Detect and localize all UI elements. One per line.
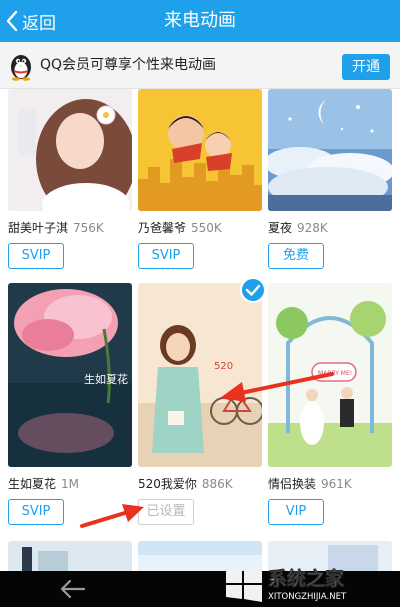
vip-promo-bar: QQ会员可尊享个性来电动画 开通 xyxy=(0,42,400,89)
animation-name: 夏夜 xyxy=(268,221,293,235)
file-size: 928K xyxy=(297,221,328,235)
svip-button[interactable]: SVIP xyxy=(8,499,64,525)
site-watermark: 系统之家 XITONGZHIJIA.NET xyxy=(226,566,347,602)
windows-logo-icon xyxy=(226,566,262,602)
svip-button[interactable]: SVIP xyxy=(138,243,194,269)
animation-name: 生如夏花 xyxy=(8,477,57,491)
already-set-button: 已设置 xyxy=(138,499,194,525)
vip-button[interactable]: VIP xyxy=(268,499,324,525)
animation-name: 520我爱你 xyxy=(138,477,197,491)
card-meta: 甜美叶子淇 756K xyxy=(8,219,132,239)
nav-back-icon[interactable] xyxy=(58,577,88,601)
card-meta: 夏夜 928K xyxy=(268,219,392,239)
animation-name: 甜美叶子淇 xyxy=(8,221,69,235)
file-size: 550K xyxy=(191,221,222,235)
card-meta: 520我爱你 886K xyxy=(138,475,262,495)
poem-text: 生如夏花 xyxy=(84,372,128,386)
card-meta: 乃爸馨爷 550K xyxy=(138,219,262,239)
open-vip-button[interactable]: 开通 xyxy=(342,54,390,80)
animation-name: 情侣换装 xyxy=(268,477,317,491)
file-size: 961K xyxy=(321,477,352,491)
title-bar: 返回 来电动画 xyxy=(0,0,400,42)
card-meta: 情侣换装 961K xyxy=(268,475,392,495)
screen: 返回 来电动画 QQ会员可尊享个性来电动画 开通 甜美叶子淇 756K SVIP… xyxy=(0,0,400,607)
qq-penguin-icon xyxy=(11,55,31,81)
animation-thumbnail[interactable] xyxy=(8,89,132,211)
free-button[interactable]: 免费 xyxy=(268,243,324,269)
card-meta: 生如夏花 1M xyxy=(8,475,132,495)
file-size: 756K xyxy=(73,221,104,235)
number-text: 520 xyxy=(214,361,233,372)
animation-name: 乃爸馨爷 xyxy=(138,221,187,235)
animation-thumbnail[interactable]: 520 xyxy=(138,283,262,467)
animation-thumbnail[interactable]: 生如夏花 xyxy=(8,283,132,467)
chevron-left-icon xyxy=(6,10,18,32)
promo-text: QQ会员可尊享个性来电动画 xyxy=(40,57,217,73)
back-button[interactable]: 返回 xyxy=(4,0,56,42)
file-size: 1M xyxy=(61,477,80,491)
animation-thumbnail[interactable] xyxy=(8,541,132,571)
page-title: 来电动画 xyxy=(164,10,236,31)
svip-button[interactable]: SVIP xyxy=(8,243,64,269)
watermark-url: XITONGZHIJIA.NET xyxy=(268,592,347,602)
animation-thumbnail[interactable] xyxy=(138,89,262,211)
animation-thumbnail[interactable] xyxy=(268,89,392,211)
watermark-brand: 系统之家 xyxy=(268,567,345,590)
selected-check-icon xyxy=(240,277,266,303)
file-size: 886K xyxy=(201,477,233,491)
back-label: 返回 xyxy=(22,13,56,34)
marry-me-text: MARRY ME! xyxy=(318,370,352,377)
animation-thumbnail[interactable]: MARRY ME! xyxy=(268,283,392,467)
